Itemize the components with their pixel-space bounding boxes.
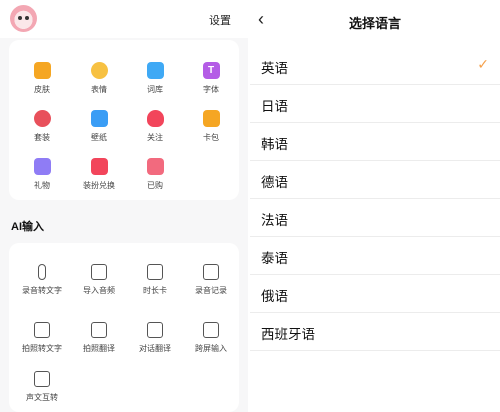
grid-item-label: 字体: [203, 85, 219, 94]
camera-translate-icon: [91, 322, 107, 338]
language-label: 英语: [261, 61, 288, 76]
ai-item-label: 拍照转文字: [22, 344, 62, 353]
language-label: 韩语: [261, 137, 288, 152]
language-label: 俄语: [261, 289, 288, 304]
language-panel: ‹ 选择语言 英语 ✓ 日语 韩语 德语 法语 泰语 俄语 西班牙语: [250, 0, 500, 412]
settings-button[interactable]: 设置: [209, 12, 231, 28]
ai-item-label: 跨屏输入: [195, 344, 227, 353]
grid-item-label: 礼物: [34, 181, 50, 190]
grid-item-follow[interactable]: 关注: [127, 110, 183, 143]
grid-item-font[interactable]: T 字体: [183, 62, 239, 95]
grid-item-label: 皮肤: [34, 85, 50, 94]
ai-item-dialogue-translate[interactable]: 对话翻译: [127, 322, 183, 354]
feature-grid-card: 皮肤 表情 词库 T 字体 套装 壁纸 关注 卡包 礼物 装扮兑换 已购: [9, 40, 239, 200]
grid-item-gift[interactable]: 礼物: [14, 158, 70, 191]
grid-item-label: 套装: [34, 133, 50, 142]
audio-folder-icon: [91, 264, 107, 280]
ai-item-record-to-text[interactable]: 录音转文字: [14, 264, 70, 296]
page-title: 选择语言: [348, 16, 401, 31]
wallpaper-icon: [90, 110, 108, 127]
grid-item-label: 卡包: [203, 133, 219, 142]
language-label: 法语: [261, 213, 288, 228]
ai-item-photo-to-text[interactable]: 拍照转文字: [14, 322, 70, 354]
ai-item-label: 录音记录: [195, 286, 227, 295]
ai-item-label: 声文互转: [26, 393, 58, 402]
dictionary-icon: [146, 62, 164, 79]
tshirt-icon: [33, 62, 51, 79]
ai-item-label: 导入音频: [83, 286, 115, 295]
ai-item-label: 录音转文字: [22, 286, 62, 295]
record-list-icon: [203, 264, 219, 280]
grid-item-suit[interactable]: 套装: [14, 110, 70, 143]
font-icon: T: [202, 62, 220, 79]
ai-item-record-history[interactable]: 录音记录: [183, 264, 239, 296]
grid-item-dictionary[interactable]: 词库: [127, 62, 183, 95]
language-option-thai[interactable]: 泰语: [250, 237, 500, 275]
avatar[interactable]: [10, 5, 37, 32]
ai-item-voice-text[interactable]: 声文互转: [14, 371, 70, 403]
language-label: 德语: [261, 175, 288, 190]
shopping-bag-icon: [146, 158, 164, 175]
left-panel: 设置 皮肤 表情 词库 T 字体 套装 壁纸 关注 卡包 礼物 装扮兑换 已购 …: [0, 0, 248, 412]
language-option-japanese[interactable]: 日语: [250, 85, 500, 123]
clock-card-icon: [147, 264, 163, 280]
ai-item-label: 时长卡: [143, 286, 167, 295]
suit-pack-icon: [33, 110, 51, 127]
grid-item-label: 装扮兑换: [83, 181, 115, 190]
grid-item-card-wallet[interactable]: 卡包: [183, 110, 239, 143]
ai-item-cross-screen[interactable]: 跨屏输入: [183, 322, 239, 354]
language-label: 泰语: [261, 251, 288, 266]
language-option-english[interactable]: 英语 ✓: [250, 47, 500, 85]
language-label: 日语: [261, 99, 288, 114]
language-label: 西班牙语: [261, 327, 315, 342]
checkmark-icon: ✓: [477, 56, 489, 72]
grid-item-label: 词库: [147, 85, 163, 94]
dialogue-translate-icon: [147, 322, 163, 338]
ai-item-label: 对话翻译: [139, 344, 171, 353]
scan-text-icon: [34, 322, 50, 338]
grid-item-wallpaper[interactable]: 壁纸: [71, 110, 127, 143]
ai-item-photo-translate[interactable]: 拍照翻译: [71, 322, 127, 354]
language-option-spanish[interactable]: 西班牙语: [250, 313, 500, 351]
microphone-icon: [38, 264, 46, 280]
ai-item-duration-card[interactable]: 时长卡: [127, 264, 183, 296]
language-option-german[interactable]: 德语: [250, 161, 500, 199]
exchange-icon: [90, 158, 108, 175]
grid-item-label: 关注: [147, 133, 163, 142]
grid-item-purchased[interactable]: 已购: [127, 158, 183, 191]
card-wallet-icon: [202, 110, 220, 127]
language-option-korean[interactable]: 韩语: [250, 123, 500, 161]
grid-item-emoji[interactable]: 表情: [71, 62, 127, 95]
ai-tools-card: 录音转文字 导入音频 时长卡 录音记录 拍照转文字 拍照翻译 对话翻译 跨屏输入…: [9, 243, 239, 412]
grid-item-exchange[interactable]: 装扮兑换: [71, 158, 127, 191]
grid-item-label: 表情: [91, 85, 107, 94]
voice-text-icon: [34, 371, 50, 387]
gift-icon: [33, 158, 51, 175]
grid-item-label: 已购: [147, 181, 163, 190]
ai-section-title: AI输入: [11, 221, 44, 233]
ai-item-label: 拍照翻译: [83, 344, 115, 353]
emoji-icon: [90, 62, 108, 79]
language-option-russian[interactable]: 俄语: [250, 275, 500, 313]
grid-item-label: 壁纸: [91, 133, 107, 142]
heart-icon: [146, 110, 164, 127]
grid-item-skin[interactable]: 皮肤: [14, 62, 70, 95]
left-top-bar: 设置: [0, 0, 248, 38]
cross-screen-icon: [203, 322, 219, 338]
ai-item-import-audio[interactable]: 导入音频: [71, 264, 127, 296]
language-option-french[interactable]: 法语: [250, 199, 500, 237]
